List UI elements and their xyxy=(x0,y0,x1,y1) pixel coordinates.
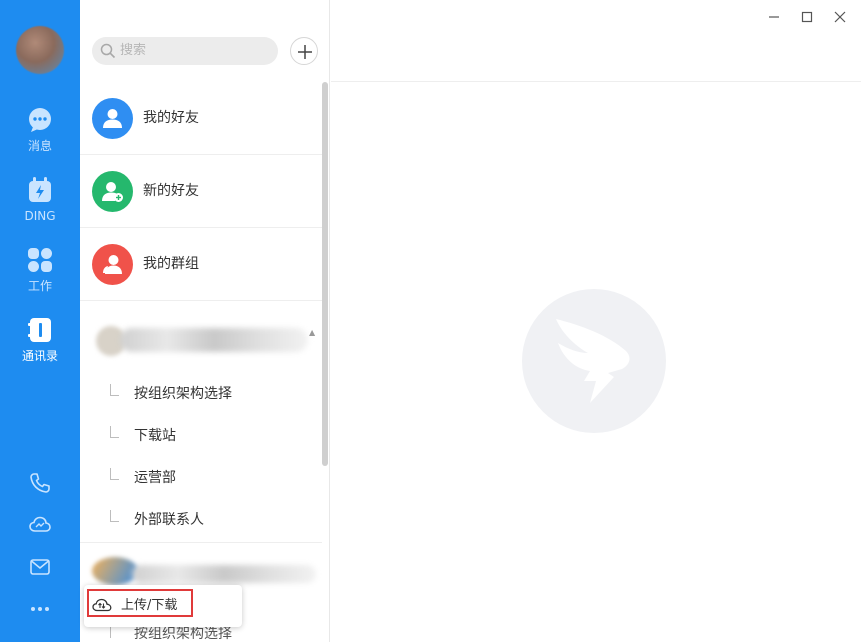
search-input[interactable]: 搜索 xyxy=(92,37,278,65)
ding-calendar-icon xyxy=(29,177,51,202)
contact-row-my-friends[interactable]: 我的好友 xyxy=(80,82,322,155)
detail-pane xyxy=(331,0,861,642)
divider xyxy=(80,542,322,543)
close-icon[interactable] xyxy=(831,8,849,26)
search-icon xyxy=(100,43,116,59)
org-subitem-label: 按组织架构选择 xyxy=(134,386,232,402)
chat-bubble-icon xyxy=(29,108,51,132)
search-placeholder: 搜索 xyxy=(120,43,147,58)
contact-row-label: 新的好友 xyxy=(143,183,199,199)
title-bar xyxy=(331,0,861,82)
contact-row-label: 我的好友 xyxy=(143,110,199,126)
maximize-icon[interactable] xyxy=(798,8,816,26)
cloud-transfer-icon xyxy=(92,598,112,612)
cloud-icon[interactable] xyxy=(28,513,52,537)
dingtalk-logo-watermark xyxy=(522,289,666,433)
add-button[interactable] xyxy=(290,37,318,65)
org-name-redacted[interactable] xyxy=(132,565,316,583)
upload-download-popup: 上传/下载 xyxy=(84,585,242,627)
collapse-caret-icon[interactable]: ▲ xyxy=(309,328,315,337)
nav-label: 工作 xyxy=(27,279,52,293)
friends-avatar xyxy=(92,98,133,139)
contact-row-label: 我的群组 xyxy=(143,256,199,272)
person-add-icon xyxy=(102,182,123,202)
dingtalk-wing-icon xyxy=(556,319,630,403)
tree-branch-line xyxy=(110,510,119,522)
groups-avatar xyxy=(92,244,133,285)
user-avatar[interactable] xyxy=(16,26,64,74)
minimize-icon[interactable] xyxy=(765,8,783,26)
org-subitem-label: 运营部 xyxy=(134,470,176,486)
contact-row-my-groups[interactable]: 我的群组 xyxy=(80,228,322,301)
org-subitem[interactable]: 运营部 xyxy=(80,456,322,498)
apps-grid-icon xyxy=(28,248,52,272)
nav-item-work[interactable]: 工作 xyxy=(0,247,80,293)
tree-branch-line xyxy=(110,426,119,438)
org-avatar xyxy=(92,557,138,585)
nav-label: 通讯录 xyxy=(21,349,58,363)
contact-row-new-friends[interactable]: 新的好友 xyxy=(80,155,322,228)
person-icon xyxy=(103,109,122,128)
plus-icon xyxy=(298,45,312,59)
nav-label: 消息 xyxy=(27,139,52,153)
nav-item-contacts[interactable]: 通讯录 xyxy=(0,317,80,363)
nav-item-ding[interactable]: DING xyxy=(0,177,80,223)
org-subitem[interactable]: 外部联系人 xyxy=(80,498,322,540)
org-subitem-label[interactable]: 按组织架构选择 xyxy=(134,626,232,642)
phone-icon[interactable] xyxy=(28,471,52,495)
nav-label: DING xyxy=(24,209,56,223)
left-nav: 消息 DING 工作 通讯录 xyxy=(0,0,80,642)
tree-branch-line xyxy=(110,468,119,480)
nav-item-messages[interactable]: 消息 xyxy=(0,107,80,153)
org-name-redacted[interactable] xyxy=(120,328,308,352)
tree-branch-line xyxy=(110,384,119,396)
org-subitem[interactable]: 下载站 xyxy=(80,414,322,456)
more-icon[interactable] xyxy=(28,597,52,621)
org-subitem-label: 外部联系人 xyxy=(134,512,204,528)
contacts-book-icon xyxy=(28,318,51,342)
mail-icon[interactable] xyxy=(28,555,52,579)
org-subitem-label: 下载站 xyxy=(134,428,176,444)
tree-branch-line xyxy=(110,626,119,638)
contacts-panel: 搜索 我的好友 新的好友 我的群组 ▲ 按组织架构选择 下载站 运营部 外部联系… xyxy=(80,0,330,642)
org-subitem[interactable]: 按组织架构选择 xyxy=(80,372,322,414)
scrollbar[interactable] xyxy=(322,82,328,466)
new-friends-avatar xyxy=(92,171,133,212)
group-icon xyxy=(103,255,122,274)
upload-download-menu-item[interactable]: 上传/下载 xyxy=(121,598,177,614)
